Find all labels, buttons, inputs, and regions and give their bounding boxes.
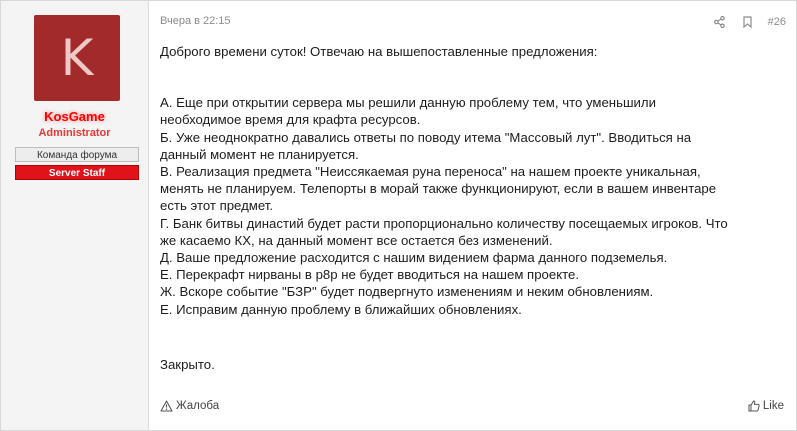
share-icon[interactable] xyxy=(712,15,728,29)
forum-team-banner: Команда форума xyxy=(15,147,139,162)
like-label: Like xyxy=(762,400,784,412)
post-line: Г. Банк битвы династий будет расти пропо… xyxy=(160,215,728,231)
user-info-panel: K KosGame Administrator Команда форума S… xyxy=(1,1,149,430)
post-line: Е. Перекрафт нирваны в р8р не будет ввод… xyxy=(160,267,580,283)
post-actions: #26 xyxy=(700,15,786,29)
report-button[interactable]: Жалоба xyxy=(160,400,219,412)
post-line: необходимое время для крафта ресурсов. xyxy=(160,112,421,128)
avatar-letter: K xyxy=(60,29,94,87)
forum-post: K KosGame Administrator Команда форума S… xyxy=(0,0,797,431)
report-label: Жалоба xyxy=(176,400,220,412)
thumbs-up-icon xyxy=(748,400,760,412)
post-header: Вчера в 22:15 #26 xyxy=(160,15,786,31)
post-line: Д. Ваше предложение расходится с нашим в… xyxy=(160,250,668,266)
post-number-link[interactable]: #26 xyxy=(768,16,786,28)
avatar[interactable]: K xyxy=(34,15,120,101)
post-line: данный момент не планируется. xyxy=(160,146,359,162)
post-footer: Жалоба Like xyxy=(160,400,784,416)
server-staff-banner: Server Staff xyxy=(15,165,139,180)
post-line: же касаемо КХ, на данный момент все оста… xyxy=(160,232,553,248)
post-greeting: Доброго времени суток! Отвечаю на вышепо… xyxy=(160,44,598,59)
post-line: Ж. Вскоре событие "БЗР" будет подвергнут… xyxy=(160,284,654,300)
post-line: есть этот предмет. xyxy=(160,198,273,214)
post-line: Е. Исправим данную проблему в ближайших … xyxy=(160,301,522,317)
bookmark-icon[interactable] xyxy=(740,15,756,29)
post-line: А. Еще при открытии сервера мы решили да… xyxy=(160,95,656,111)
like-button[interactable]: Like xyxy=(748,400,784,412)
post-closing: Закрыто. xyxy=(160,356,215,372)
post-line: менять не планируем. Телепорты в морай т… xyxy=(160,181,717,197)
post-date-link[interactable]: Вчера в 22:15 xyxy=(160,15,231,27)
warning-icon xyxy=(160,400,173,412)
post-main: Вчера в 22:15 #26 Доброго времени суток!… xyxy=(149,1,796,430)
post-body: Доброго времени суток! Отвечаю на вышепо… xyxy=(160,43,782,373)
post-line: Б. Уже неоднократно давались ответы по п… xyxy=(160,129,692,145)
user-title: Administrator xyxy=(38,127,111,139)
post-line: В. Реализация предмета "Неиссякаемая рун… xyxy=(160,164,701,180)
username-link[interactable]: KosGame xyxy=(1,109,148,124)
